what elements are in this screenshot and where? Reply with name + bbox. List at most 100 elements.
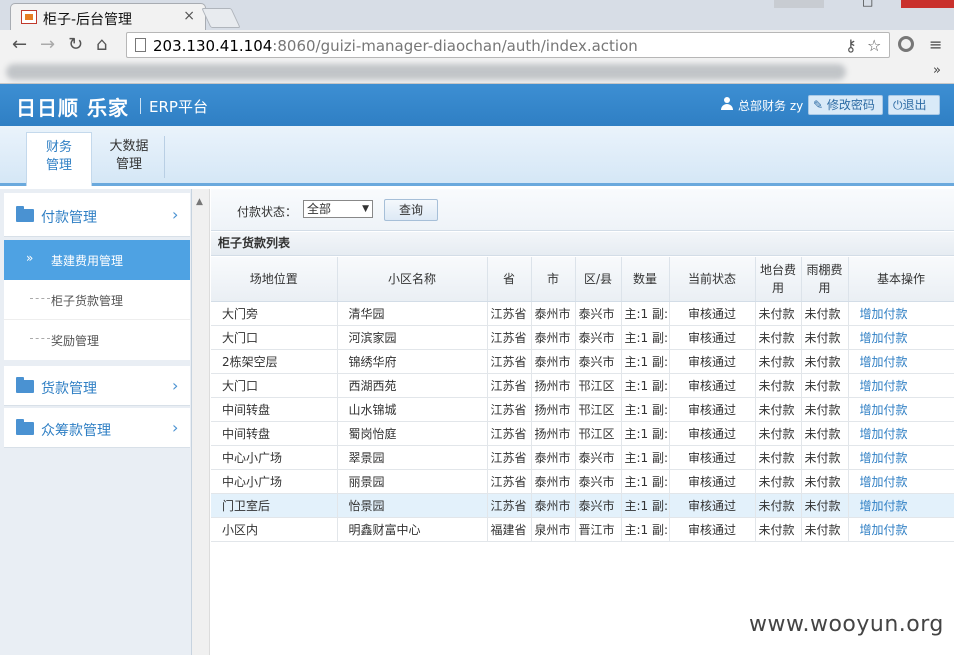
minimize-button[interactable] [774,0,824,8]
cell-quantity: 主:1 副: [621,469,670,494]
cell-canopy-fee: 未付款 [801,349,849,374]
sidebar-group-crowdfunding[interactable]: 众筹款管理 › [4,408,190,448]
cell-district: 泰兴市 [575,445,622,470]
column-header: 数量 [621,257,670,302]
forward-arrow-icon[interactable]: → [40,34,55,55]
cell-community: 翠景园 [337,445,488,470]
folder-icon [16,206,34,222]
cell-province: 江苏省 [487,349,532,374]
cell-district: 泰兴市 [575,493,622,518]
key-icon[interactable]: ⚷ [845,36,857,55]
cell-community: 锦绣华府 [337,349,488,374]
window-close-button[interactable] [901,0,954,8]
cell-canopy-fee: 未付款 [801,493,849,518]
cell-location: 中间转盘 [211,397,338,422]
back-arrow-icon[interactable]: ← [12,34,27,55]
browser-tab[interactable]: 柜子-后台管理 × [10,3,206,30]
table-row[interactable]: 中心小广场 翠景园 江苏省 泰州市 泰兴市 主:1 副: 审核通过 未付款 未付款 增加付款 [211,445,954,470]
watermark: www.wooyun.org [749,612,944,637]
bookmarks-more-icon[interactable]: » [933,63,941,78]
cell-district: 泰兴市 [575,349,622,374]
logout-button[interactable]: ⏻退出 [888,95,940,115]
column-header: 当前状态 [669,257,756,302]
cell-quantity: 主:1 副: [621,445,670,470]
table-row[interactable]: 门卫室后 怡景园 江苏省 泰州市 泰兴市 主:1 副: 审核通过 未付款 未付款 增加付款 [211,493,954,518]
cell-action: 增加付款 [848,517,954,542]
sidebar-item-reward[interactable]: 奖励管理 [4,320,190,360]
cell-community: 蜀岗怡庭 [337,421,488,446]
sidebar-group-goods-payment[interactable]: 货款管理 › [4,366,190,406]
add-payment-link[interactable]: 增加付款 [860,499,908,513]
extension-icon[interactable] [898,36,914,52]
maximize-button[interactable]: □ [862,0,886,8]
cell-status: 审核通过 [669,349,756,374]
scroll-up-icon[interactable]: ▲ [196,197,203,207]
table-row[interactable]: 大门口 西湖西苑 江苏省 扬州市 邗江区 主:1 副: 审核通过 未付款 未付款 增加付款 [211,373,954,398]
sidebar-scrollbar[interactable]: ▲ [192,189,210,655]
tab-bigdata[interactable]: 大数据 管理 [96,132,162,186]
change-password-button[interactable]: ✎ 修改密码 [808,95,883,115]
add-payment-link[interactable]: 增加付款 [860,331,908,345]
cell-action: 增加付款 [848,325,954,350]
cell-platform-fee: 未付款 [755,493,802,518]
cell-quantity: 主:1 副: [621,373,670,398]
close-icon[interactable]: × [183,8,195,24]
sidebar-item-label: 奖励管理 [51,334,100,348]
sidebar-item-infrastructure-fee[interactable]: » 基建费用管理 [4,240,190,280]
table-row[interactable]: 中间转盘 蜀岗怡庭 江苏省 扬州市 邗江区 主:1 副: 审核通过 未付款 未付款 增加付款 [211,421,954,446]
sidebar-group-payment[interactable]: 付款管理 › [4,193,190,237]
table-row[interactable]: 大门旁 清华园 江苏省 泰州市 泰兴市 主:1 副: 审核通过 未付款 未付款 增加付款 [211,301,954,326]
tab-title: 柜子-后台管理 [43,12,133,28]
cell-action: 增加付款 [848,349,954,374]
reload-icon[interactable]: ↻ [68,34,83,55]
column-header: 省 [487,257,532,302]
sidebar-group-label: 付款管理 [41,210,97,226]
list-title: 柜子货款列表 [211,232,954,256]
table-row[interactable]: 2栋架空层 锦绣华府 江苏省 泰州市 泰兴市 主:1 副: 审核通过 未付款 未付款 增加付款 [211,349,954,374]
table-row[interactable]: 小区内 明鑫财富中心 福建省 泉州市 晋江市 主:1 副: 审核通过 未付款 未付款 增加付款 [211,517,954,542]
cell-city: 扬州市 [531,421,576,446]
cell-district: 邗江区 [575,421,622,446]
star-icon[interactable]: ☆ [867,36,881,55]
add-payment-link[interactable]: 增加付款 [860,451,908,465]
cell-platform-fee: 未付款 [755,349,802,374]
cell-province: 江苏省 [487,445,532,470]
page-icon [135,38,146,52]
cell-quantity: 主:1 副: [621,493,670,518]
add-payment-link[interactable]: 增加付款 [860,523,908,537]
cell-quantity: 主:1 副: [621,517,670,542]
payment-status-select[interactable]: 全部 ▼ [303,200,373,218]
column-header: 市 [531,257,576,302]
cell-district: 邗江区 [575,397,622,422]
favicon-icon [21,10,37,24]
menu-icon[interactable]: ≡ [929,35,942,54]
table-row[interactable]: 中心小广场 丽景园 江苏省 泰州市 泰兴市 主:1 副: 审核通过 未付款 未付款 增加付款 [211,469,954,494]
table-row[interactable]: 大门口 河滨家园 江苏省 泰州市 泰兴市 主:1 副: 审核通过 未付款 未付款 增加付款 [211,325,954,350]
home-icon[interactable]: ⌂ [96,34,107,55]
add-payment-link[interactable]: 增加付款 [860,403,908,417]
sidebar-item-cabinet-payment[interactable]: 柜子货款管理 [4,280,190,320]
logo-divider [140,98,141,114]
redacted-bookmarks [6,64,846,80]
add-payment-link[interactable]: 增加付款 [860,307,908,321]
add-payment-link[interactable]: 增加付款 [860,427,908,441]
cell-city: 扬州市 [531,397,576,422]
add-payment-link[interactable]: 增加付款 [860,379,908,393]
cell-platform-fee: 未付款 [755,397,802,422]
cell-canopy-fee: 未付款 [801,421,849,446]
address-bar[interactable]: 203.130.41.104:8060/guizi-manager-diaoch… [126,32,890,58]
module-tabs: 财务 管理 大数据 管理 [0,126,954,186]
cell-location: 大门口 [211,325,338,350]
cell-province: 江苏省 [487,397,532,422]
query-button[interactable]: 查询 [384,199,438,221]
browser-tab-strip: 柜子-后台管理 × □ [0,0,954,30]
new-tab-button[interactable] [201,8,241,28]
table-row[interactable]: 中间转盘 山水锦城 江苏省 扬州市 邗江区 主:1 副: 审核通过 未付款 未付款 增加付款 [211,397,954,422]
add-payment-link[interactable]: 增加付款 [860,475,908,489]
add-payment-link[interactable]: 增加付款 [860,355,908,369]
platform-name: ERP平台 [149,98,208,116]
tab-finance[interactable]: 财务 管理 [26,132,92,186]
folder-icon [16,419,34,435]
cell-platform-fee: 未付款 [755,301,802,326]
cell-city: 泰州市 [531,493,576,518]
